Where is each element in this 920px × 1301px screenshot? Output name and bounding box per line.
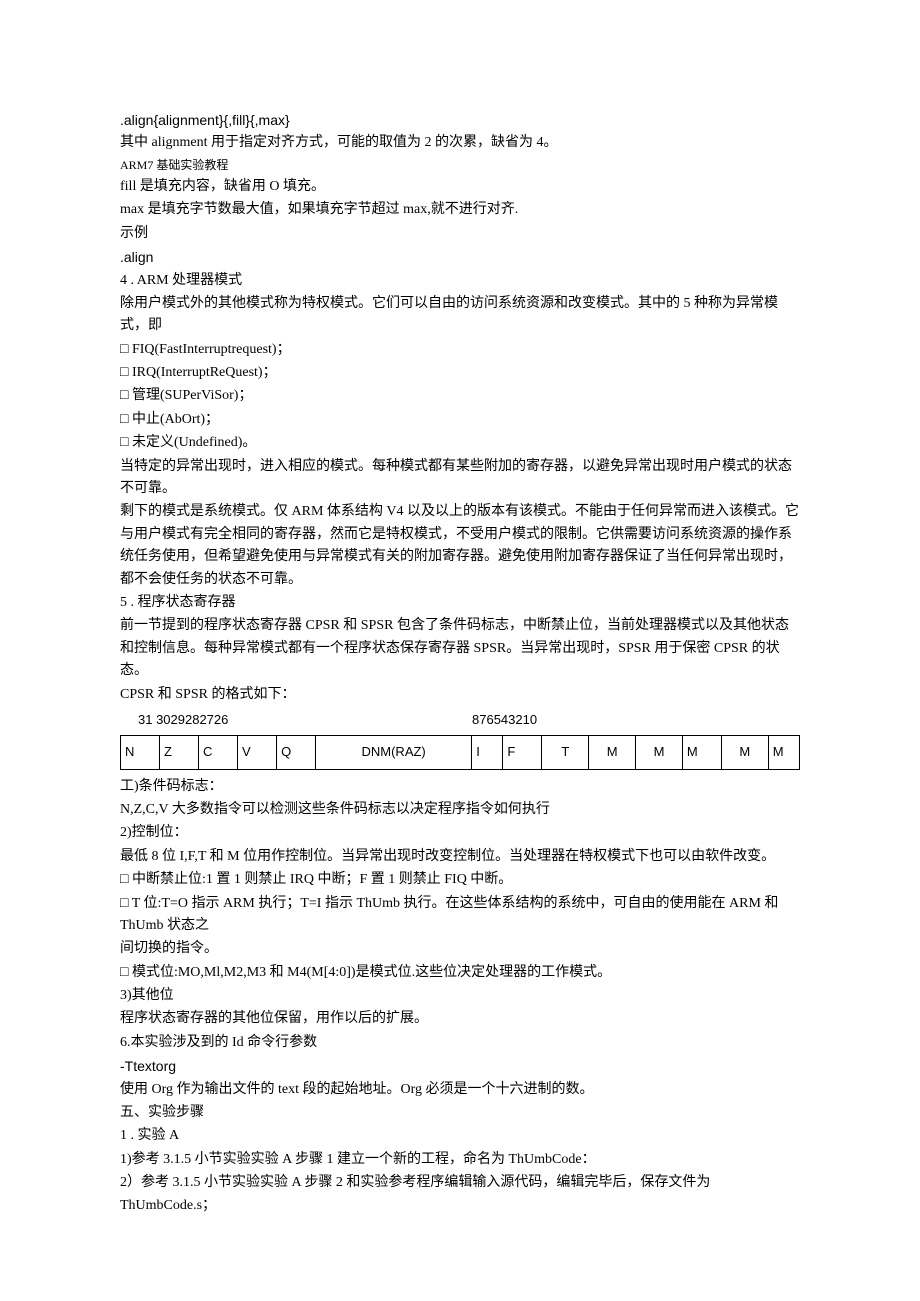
text: N,Z,C,V 大多数指令可以检测这些条件码标志以决定程序指令如何执行 (120, 799, 800, 821)
text: 剩下的模式是系统模式。仅 ARM 体系结构 V4 以及以上的版本有该模式。不能由… (120, 501, 800, 591)
cell-m3: M (721, 735, 768, 769)
cell-dnm: DNM(RAZ) (316, 735, 472, 769)
heading: 5 . 程序状态寄存器 (120, 592, 800, 614)
text: 示例 (120, 223, 800, 245)
table-row: N Z C V Q DNM(RAZ) I F T M M M M M (121, 735, 800, 769)
cell-i: I (472, 735, 503, 769)
subtitle: ARM7 基础实验教程 (120, 156, 800, 175)
heading: 4 . ARM 处理器模式 (120, 270, 800, 292)
code-line: .align (120, 246, 800, 268)
list-item: □ 中止(AbOrt)； (120, 409, 800, 431)
cell-f: F (503, 735, 542, 769)
list-item: □ T 位:T=O 指示 ARM 执行；T=I 指示 ThUmb 执行。在这些体… (120, 893, 800, 938)
text: 除用户模式外的其他模式称为特权模式。它们可以自由的访问系统资源和改变模式。其中的… (120, 293, 800, 338)
cell-t: T (542, 735, 589, 769)
list-item: □ 管理(SUPerViSor)； (120, 385, 800, 407)
cell-c: C (199, 735, 238, 769)
cell-z: Z (160, 735, 199, 769)
code-line: .align{alignment}{,fill}{,max} (120, 109, 800, 131)
cell-m1: M (636, 735, 683, 769)
text: 使用 Org 作为输出文件的 text 段的起始地址。Org 必须是一个十六进制… (120, 1079, 800, 1101)
section-heading: 五、实验步骤 (120, 1102, 800, 1124)
heading: 1 . 实验 A (120, 1125, 800, 1147)
bits-left: 31 3029282726 (138, 710, 228, 731)
list-item: □ 中断禁止位:1 置 1 则禁止 IRQ 中断；F 置 1 则禁止 FIQ 中… (120, 869, 800, 891)
table-header: 31 3029282726 876543210 (120, 710, 800, 731)
list-item: □ IRQ(InterruptReQuest)； (120, 362, 800, 384)
bits-right: 876543210 (472, 710, 537, 731)
text: 最低 8 位 I,F,T 和 M 位用作控制位。当异常出现时改变控制位。当处理器… (120, 846, 800, 868)
cell-v: V (238, 735, 277, 769)
text: 间切换的指令。 (120, 938, 800, 960)
text: CPSR 和 SPSR 的格式如下： (120, 684, 800, 706)
text: 其中 alignment 用于指定对齐方式，可能的取值为 2 的次累，缺省为 4… (120, 132, 800, 154)
cell-n: N (121, 735, 160, 769)
text: 工)条件码标志： (120, 776, 800, 798)
text: max 是填充字节数最大值，如果填充字节超过 max,就不进行对齐. (120, 199, 800, 221)
cell-m0: M (589, 735, 636, 769)
code-line: -Ttextorg (120, 1055, 800, 1077)
text: 3)其他位 (120, 985, 800, 1007)
heading: 6.本实验涉及到的 Id 命令行参数 (120, 1032, 800, 1054)
text: 2）参考 3.1.5 小节实验实验 A 步骤 2 和实验参考程序编辑输入源代码，… (120, 1172, 800, 1217)
cell-q: Q (277, 735, 316, 769)
text: 1)参考 3.1.5 小节实验实验 A 步骤 1 建立一个新的工程，命名为 Th… (120, 1149, 800, 1171)
text: 当特定的异常出现时，进入相应的模式。每种模式都有某些附加的寄存器，以避免异常出现… (120, 456, 800, 501)
text: fill 是填充内容，缺省用 O 填充。 (120, 176, 800, 198)
cell-m2: M (682, 735, 721, 769)
text: 程序状态寄存器的其他位保留，用作以后的扩展。 (120, 1008, 800, 1030)
text: 前一节提到的程序状态寄存器 CPSR 和 SPSR 包含了条件码标志，中断禁止位… (120, 615, 800, 682)
cpsr-table: N Z C V Q DNM(RAZ) I F T M M M M M (120, 735, 800, 770)
cell-m4: M (768, 735, 799, 769)
list-item: □ 模式位:MO,Ml,M2,M3 和 M4(M[4:0])是模式位.这些位决定… (120, 962, 800, 984)
list-item: □ 未定义(Undefined)。 (120, 432, 800, 454)
list-item: □ FIQ(FastInterruptrequest)； (120, 339, 800, 361)
text: 2)控制位： (120, 822, 800, 844)
